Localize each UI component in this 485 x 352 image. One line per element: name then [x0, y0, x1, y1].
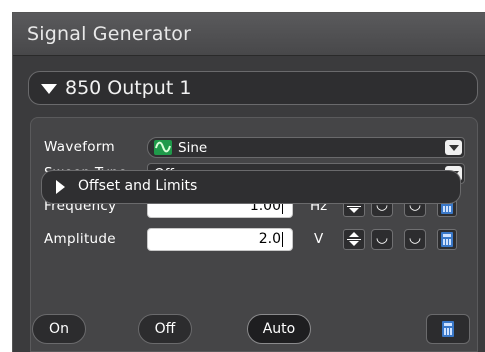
window-title: Signal Generator: [27, 23, 192, 45]
signal-generator-panel: Signal Generator 850 Output 1 Waveform S…: [12, 12, 485, 352]
waveform-value: Sine: [178, 140, 208, 156]
offset-limits-section-header[interactable]: Offset and Limits: [41, 170, 461, 204]
amplitude-calculator-icon[interactable]: [437, 229, 457, 250]
sine-wave-icon: [154, 140, 172, 155]
waveform-label: Waveform: [44, 139, 115, 155]
collapse-triangle-icon[interactable]: [41, 84, 57, 94]
offset-limits-label: Offset and Limits: [78, 178, 198, 194]
expand-triangle-icon[interactable]: [56, 180, 65, 194]
amplitude-fine-button[interactable]: ◡: [404, 229, 426, 250]
amplitude-input[interactable]: 2.0: [147, 228, 293, 251]
output-section-header[interactable]: 850 Output 1: [28, 71, 478, 105]
amplitude-coarse-button[interactable]: ◡: [371, 229, 393, 250]
on-button[interactable]: On: [32, 314, 86, 344]
amplitude-value: 2.0: [258, 231, 281, 247]
output-section-label: 850 Output 1: [65, 77, 192, 99]
off-button[interactable]: Off: [138, 314, 192, 344]
title-bar: Signal Generator: [13, 13, 485, 56]
amplitude-unit: V: [314, 231, 324, 247]
amplitude-stepper[interactable]: [343, 229, 365, 250]
calculator-icon[interactable]: [426, 314, 470, 344]
waveform-select[interactable]: Sine: [147, 137, 465, 158]
chevron-down-icon[interactable]: [445, 140, 462, 155]
amplitude-label: Amplitude: [44, 231, 116, 247]
auto-button[interactable]: Auto: [247, 314, 311, 344]
